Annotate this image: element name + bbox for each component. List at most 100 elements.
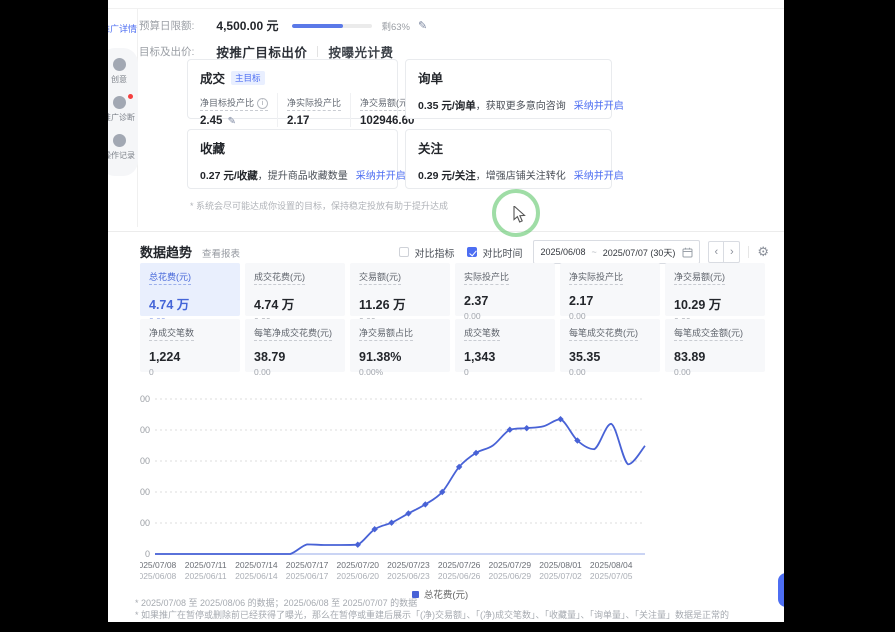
next-period-button[interactable]: › — [724, 241, 740, 263]
date-range-picker[interactable]: 2025/06/08 ~ 2025/07/07 (30天) — [533, 240, 700, 264]
budget-value: 4,500.00 元 — [216, 17, 278, 34]
metric-card-label: 成交笔数 — [464, 326, 500, 341]
svg-text:3,000: 3,000 — [140, 456, 150, 466]
svg-text:2025/06/20: 2025/06/20 — [336, 571, 379, 581]
date-separator: ~ — [592, 247, 597, 257]
bidding-label: 目标及出价: — [139, 44, 194, 59]
compare-time-checkbox[interactable] — [467, 247, 477, 257]
goal-section: 推广详情 创意 推广诊断 操作记录 预算日限额: 4,500.00 元 剩63%… — [108, 9, 784, 231]
trend-line-chart: 01,0002,0003,0004,0005,0002025/07/082025… — [140, 387, 740, 592]
sidebar-item[interactable]: 创意 — [108, 58, 138, 85]
svg-text:2025/06/11: 2025/06/11 — [185, 571, 227, 581]
svg-text:0: 0 — [145, 549, 150, 559]
info-icon[interactable]: i — [257, 98, 268, 109]
side-nav: 推广详情 创意 推广诊断 操作记录 — [108, 19, 138, 176]
metric-card[interactable]: 每笔净成交花费(元)38.790.00 — [245, 319, 345, 372]
svg-text:2025/08/04: 2025/08/04 — [590, 560, 633, 570]
app-window: 推广详情 创意 推广诊断 操作记录 预算日限额: 4,500.00 元 剩63%… — [108, 0, 784, 622]
goal-card-follow: 关注 0.29 元/关注，增强店铺关注转化采纳并开启 — [405, 129, 612, 189]
metric-card-value: 4.74 万 — [254, 294, 336, 313]
metric-card[interactable]: 净交易额占比91.38%0.00% — [350, 319, 450, 372]
trend-title: 数据趋势 — [140, 242, 192, 261]
svg-text:2025/07/02: 2025/07/02 — [539, 571, 582, 581]
adopt-enable-link[interactable]: 采纳并开启 — [574, 101, 624, 112]
svg-text:1,000: 1,000 — [140, 518, 150, 528]
svg-text:2,000: 2,000 — [140, 487, 150, 497]
budget-progressbar — [292, 24, 372, 28]
metric-card[interactable]: 每笔成交金额(元)83.890.00 — [665, 319, 765, 372]
floating-side-button[interactable] — [778, 573, 784, 607]
sidebar-panel: 创意 推广诊断 操作记录 — [108, 48, 138, 176]
metric-card-value: 1,343 — [464, 350, 546, 364]
trend-section: 数据趋势 查看报表 对比指标 对比时间 2025/06/08 ~ 2025/07… — [108, 232, 784, 622]
sidebar-item-label: 创意 — [108, 74, 138, 85]
controls-separator — [748, 246, 749, 258]
idea-icon — [113, 58, 126, 71]
prev-period-button[interactable]: ‹ — [708, 241, 724, 263]
svg-text:2025/07/26: 2025/07/26 — [438, 560, 481, 570]
adopt-enable-link[interactable]: 采纳并开启 — [574, 171, 624, 182]
svg-text:2025/07/17: 2025/07/17 — [286, 560, 329, 570]
edit-budget-icon[interactable]: ✎ — [418, 19, 427, 32]
metric-value: 2.17 — [287, 115, 341, 127]
budget-label: 预算日限额: — [139, 18, 194, 33]
metric-card-label: 净实际投产比 — [569, 270, 623, 285]
metric-value: 2.45 — [200, 115, 222, 127]
inquiry-price: 0.35 元/询单 — [418, 100, 476, 112]
metric-card-compare-value: 0.00 — [569, 367, 651, 377]
calendar-icon — [682, 247, 693, 258]
svg-text:2025/07/11: 2025/07/11 — [185, 560, 227, 570]
favorite-title: 收藏 — [200, 138, 385, 157]
main-goal-badge: 主目标 — [231, 71, 265, 85]
sidebar-item[interactable]: 推广诊断 — [108, 96, 138, 123]
metric-card[interactable]: 交易额(元)11.26 万0.00 — [350, 263, 450, 316]
metric-card[interactable]: 实际投产比2.370.00 — [455, 263, 555, 316]
tab-separator — [317, 46, 318, 57]
date-start: 2025/06/08 — [540, 247, 585, 257]
metric-card-label: 每笔成交花费(元) — [569, 326, 638, 341]
metric-card-label: 总花费(元) — [149, 270, 191, 285]
metric-card-value: 83.89 — [674, 350, 756, 364]
edit-roi-icon[interactable]: ✎ — [228, 116, 236, 127]
trend-controls: 对比指标 对比时间 2025/06/08 ~ 2025/07/07 (30天) … — [399, 240, 769, 264]
chart-svg: 01,0002,0003,0004,0005,0002025/07/082025… — [140, 387, 740, 587]
metric-card[interactable]: 成交笔数1,3430 — [455, 319, 555, 372]
svg-text:2025/07/08: 2025/07/08 — [140, 560, 177, 570]
metric-card-label: 实际投产比 — [464, 270, 509, 285]
metric-label: 净实际投产比 — [287, 96, 341, 111]
top-strip — [108, 0, 784, 9]
metric-card-value: 10.29 万 — [674, 294, 756, 313]
svg-text:2025/06/17: 2025/06/17 — [286, 571, 329, 581]
svg-text:2025/07/20: 2025/07/20 — [336, 560, 379, 570]
metric-card[interactable]: 成交花费(元)4.74 万0.00 — [245, 263, 345, 316]
metric-card-compare-value: 0 — [149, 367, 231, 377]
metric-card-compare-value: 0.00 — [254, 367, 336, 377]
svg-text:2025/07/23: 2025/07/23 — [387, 560, 430, 570]
svg-text:2025/07/14: 2025/07/14 — [235, 560, 278, 570]
gear-icon[interactable]: ⚙ — [757, 244, 769, 260]
goal-card-deal: 成交 主目标 净目标投产比i 2.45 ✎ 净实际投产比 2.17 — [187, 59, 398, 119]
deal-metric-target-roi: 净目标投产比i 2.45 ✎ — [200, 93, 278, 127]
compare-time-label[interactable]: 对比时间 — [482, 245, 522, 260]
metric-card-label: 净交易额占比 — [359, 326, 413, 341]
metric-card-value: 11.26 万 — [359, 294, 441, 313]
metric-card[interactable]: 每笔成交花费(元)35.350.00 — [560, 319, 660, 372]
metric-card[interactable]: 净交易额(元)10.29 万0.00 — [665, 263, 765, 316]
metric-card[interactable]: 净成交笔数1,2240 — [140, 319, 240, 372]
sidebar-item-label: 操作记录 — [108, 150, 138, 161]
metric-card-label: 每笔净成交花费(元) — [254, 326, 332, 341]
compare-metric-label[interactable]: 对比指标 — [414, 245, 454, 260]
date-end: 2025/07/07 (30天) — [603, 246, 676, 259]
budget-remaining: 剩63% — [381, 19, 410, 33]
sidebar-item[interactable]: 操作记录 — [108, 134, 138, 161]
sidebar-item[interactable]: 推广详情 — [108, 19, 138, 37]
view-report-link[interactable]: 查看报表 — [202, 246, 240, 260]
favorite-price: 0.27 元/收藏 — [200, 170, 258, 182]
svg-text:2025/06/29: 2025/06/29 — [489, 571, 532, 581]
goal-card-inquiry: 询单 0.35 元/询单，获取更多意向咨询采纳并开启 — [405, 59, 612, 119]
metric-card[interactable]: 净实际投产比2.170.00 — [560, 263, 660, 316]
metric-card[interactable]: 总花费(元)4.74 万0.00 — [140, 263, 240, 316]
compare-metric-checkbox[interactable] — [399, 247, 409, 257]
adopt-enable-link[interactable]: 采纳并开启 — [356, 171, 406, 182]
metric-label: 净交易额(元) — [360, 96, 411, 111]
